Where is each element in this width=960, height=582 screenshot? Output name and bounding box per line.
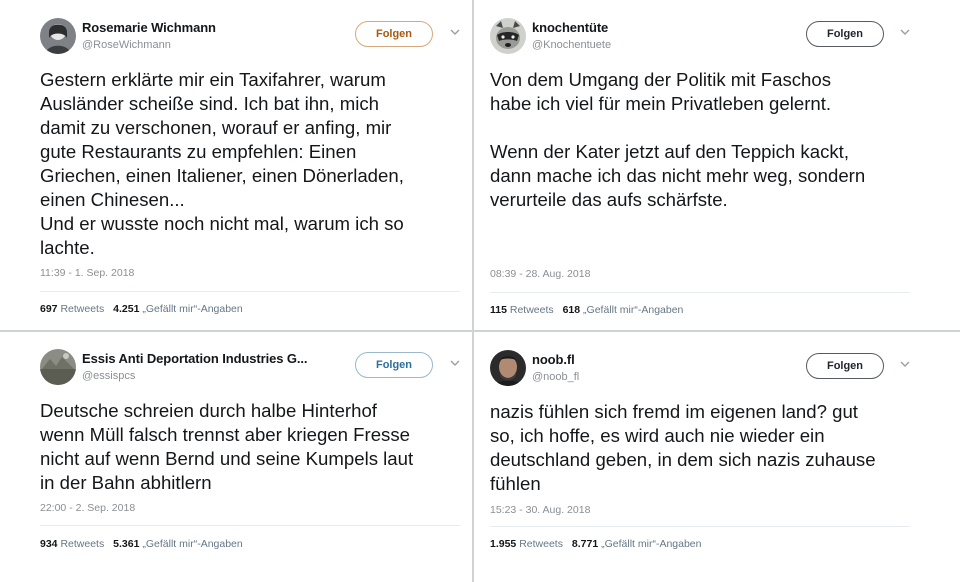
- separator: [490, 292, 910, 293]
- horizontal-divider: [0, 330, 960, 332]
- chevron-down-icon[interactable]: [450, 359, 460, 367]
- engagement-stats: 115 Retweets 618 „Gefällt mir“-Angaben: [490, 304, 684, 316]
- avatar[interactable]: [40, 18, 76, 54]
- tweet-header: noob.fl @noob_fl Folgen: [490, 350, 930, 390]
- user-handle[interactable]: @RoseWichmann: [82, 39, 171, 51]
- user-handle[interactable]: @essispcs: [82, 370, 135, 382]
- chevron-down-icon[interactable]: [900, 28, 910, 36]
- engagement-stats: 1.955 Retweets 8.771 „Gefällt mir“-Angab…: [490, 538, 702, 550]
- timestamp[interactable]: 11:39 - 1. Sep. 2018: [40, 267, 134, 279]
- retweet-count[interactable]: 934: [40, 538, 58, 550]
- tweet-card: knochentüte @Knochentuete Folgen Von dem…: [490, 18, 930, 323]
- tweet-header: Rosemarie Wichmann @RoseWichmann Folgen: [40, 18, 465, 58]
- tweet-text: Deutsche schreien durch halbe Hinterhof w…: [40, 400, 414, 493]
- avatar-landscape-icon: [40, 349, 76, 385]
- user-handle[interactable]: @Knochentuete: [532, 39, 611, 51]
- tweet-header: Essis Anti Deportation Industries G... @…: [40, 349, 465, 389]
- avatar[interactable]: [490, 350, 526, 386]
- engagement-stats: 934 Retweets 5.361 „Gefällt mir“-Angaben: [40, 538, 243, 550]
- tweet-text: Gestern erklärte mir ein Taxifahrer, war…: [40, 69, 404, 258]
- tweet-text: nazis fühlen sich fremd im eigenen land?…: [490, 401, 876, 494]
- user-name[interactable]: Essis Anti Deportation Industries G...: [82, 351, 308, 366]
- like-count[interactable]: 4.251: [113, 303, 139, 315]
- tweet-text: Von dem Umgang der Politik mit Faschos ha…: [490, 69, 866, 210]
- follow-button[interactable]: Folgen: [806, 353, 884, 379]
- chevron-down-icon[interactable]: [900, 360, 910, 368]
- timestamp[interactable]: 22:00 - 2. Sep. 2018: [40, 502, 135, 514]
- follow-button[interactable]: Folgen: [355, 21, 433, 47]
- avatar-raccoon-icon: [490, 18, 526, 54]
- chevron-down-icon[interactable]: [450, 28, 460, 36]
- user-name[interactable]: Rosemarie Wichmann: [82, 20, 216, 35]
- user-handle[interactable]: @noob_fl: [532, 371, 579, 383]
- user-name[interactable]: knochentüte: [532, 20, 608, 35]
- retweet-count[interactable]: 115: [490, 304, 507, 316]
- tweet-header: knochentüte @Knochentuete Folgen: [490, 18, 930, 58]
- tweet-card: Rosemarie Wichmann @RoseWichmann Folgen …: [40, 18, 465, 323]
- retweet-count[interactable]: 697: [40, 303, 58, 315]
- retweet-count[interactable]: 1.955: [490, 538, 516, 550]
- tweet-card: noob.fl @noob_fl Folgen nazis fühlen sic…: [490, 350, 930, 575]
- avatar-man-icon: [490, 350, 526, 386]
- timestamp[interactable]: 15:23 - 30. Aug. 2018: [490, 504, 590, 516]
- user-name[interactable]: noob.fl: [532, 352, 575, 367]
- like-count[interactable]: 618: [563, 304, 581, 316]
- separator: [490, 526, 910, 527]
- avatar[interactable]: [40, 349, 76, 385]
- engagement-stats: 697 Retweets 4.251 „Gefällt mir“-Angaben: [40, 303, 243, 315]
- like-count[interactable]: 8.771: [572, 538, 598, 550]
- follow-button[interactable]: Folgen: [355, 352, 433, 378]
- avatar-woman-icon: [40, 18, 76, 54]
- follow-button[interactable]: Folgen: [806, 21, 884, 47]
- separator: [40, 525, 460, 526]
- separator: [40, 291, 460, 292]
- tweet-card: Essis Anti Deportation Industries G... @…: [40, 349, 465, 574]
- like-count[interactable]: 5.361: [113, 538, 139, 550]
- vertical-divider: [472, 0, 474, 582]
- avatar[interactable]: [490, 18, 526, 54]
- timestamp[interactable]: 08:39 - 28. Aug. 2018: [490, 268, 590, 280]
